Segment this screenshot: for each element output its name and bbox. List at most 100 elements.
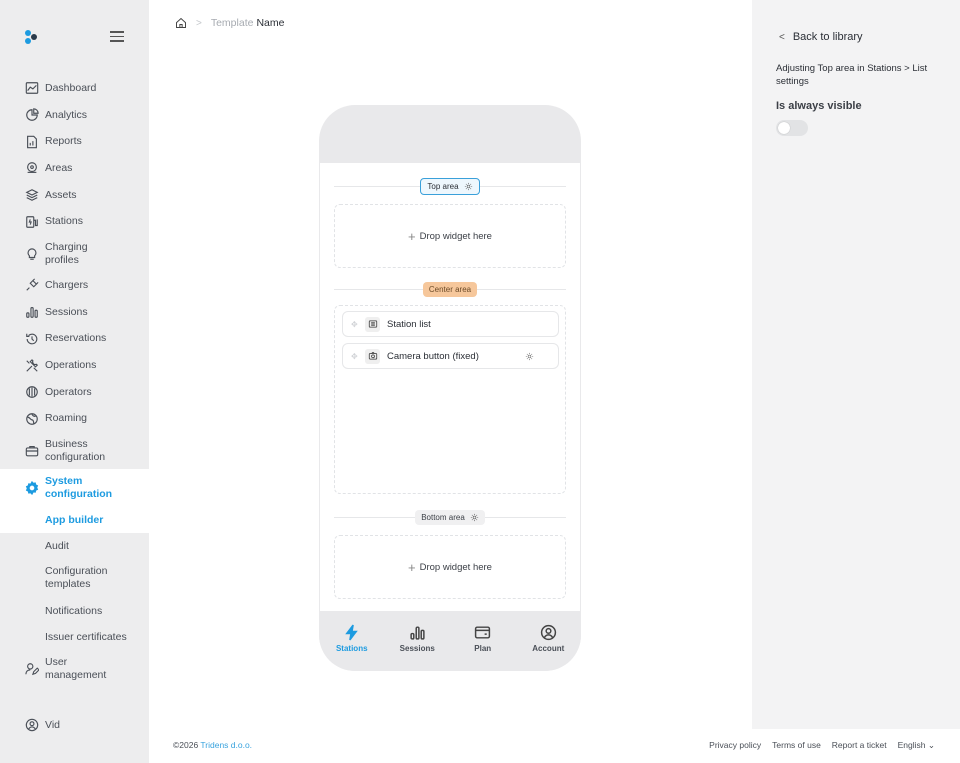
phone-preview: Top area + Drop widget here Center area … (319, 105, 581, 671)
sidebar-item-label: Areas (45, 161, 73, 174)
sidebar-subitem-issuer-certificates[interactable]: Issuer certificates (0, 624, 149, 651)
sidebar-item-assets[interactable]: Assets (0, 182, 149, 209)
drop-label: Drop widget here (419, 561, 492, 573)
sidebar-item-sessions[interactable]: Sessions (0, 299, 149, 326)
briefcase-icon (25, 444, 39, 458)
menu-toggle-icon[interactable] (110, 31, 124, 42)
tab-sessions[interactable]: Sessions (385, 611, 451, 671)
tab-stations[interactable]: Stations (319, 611, 385, 671)
sidebar-item-label: Roaming (45, 412, 88, 425)
map-pin-icon (25, 161, 39, 175)
tab-plan[interactable]: Plan (450, 611, 516, 671)
language-label: English (897, 740, 926, 750)
sidebar-item-label: Chargers (45, 278, 89, 291)
user-edit-icon (25, 662, 39, 676)
bar-chart-icon (25, 305, 39, 319)
sidebar-item-areas[interactable]: Areas (0, 155, 149, 182)
footer-links: Privacy policy Terms of use Report a tic… (709, 740, 935, 751)
gear-icon[interactable] (470, 513, 479, 522)
history-icon (25, 332, 39, 346)
gear-icon[interactable] (464, 182, 473, 191)
center-area-dropzone[interactable]: ✥ Station list ✥ Camera button (fixed) (334, 305, 566, 494)
privacy-policy-link[interactable]: Privacy policy (709, 740, 761, 751)
center-area-pill[interactable]: Center area (422, 281, 478, 297)
breadcrumb-current: Name (256, 17, 285, 29)
sidebar-subitem-app-builder[interactable]: App builder (0, 506, 149, 533)
sidebar-item-reports[interactable]: Reports (0, 128, 149, 155)
chevron-left-icon: < (779, 31, 785, 43)
center-area-label: Center area (428, 284, 472, 294)
tab-account[interactable]: Account (516, 611, 582, 671)
tools-icon (25, 358, 39, 373)
sidebar-subitem-label: Configuration templates (45, 565, 108, 591)
sidebar-item-label: User management (45, 655, 107, 681)
widget-label: Camera button (fixed) (387, 350, 479, 362)
sidebar-item-system-configuration[interactable]: System configuration (0, 469, 149, 506)
avatar-icon (25, 718, 39, 732)
drag-handle-icon[interactable]: ✥ (351, 352, 359, 361)
pie-chart-icon (25, 108, 39, 122)
sidebar-item-label: System configuration (45, 474, 113, 500)
adjusting-description: Adjusting Top area in Stations > List se… (776, 63, 928, 87)
company-link[interactable]: Tridens d.o.o. (200, 740, 252, 750)
sidebar-item-operators[interactable]: Operators (0, 379, 149, 406)
sidebar-item-operations[interactable]: Operations (0, 352, 149, 379)
user-profile[interactable]: Vid (25, 718, 60, 732)
sidebar-item-label: Reports (45, 135, 82, 148)
drag-handle-icon[interactable]: ✥ (351, 320, 359, 329)
sidebar-item-label: Analytics (45, 108, 88, 121)
sidebar-item-charging-profiles[interactable]: Charging profiles (0, 235, 149, 272)
tab-label: Plan (474, 644, 492, 653)
gear-icon (25, 480, 39, 495)
gear-icon[interactable] (525, 352, 534, 364)
sidebar: Dashboard Analytics Reports Areas Assets… (0, 0, 149, 763)
home-icon[interactable] (175, 17, 187, 29)
bottom-area-dropzone[interactable]: + Drop widget here (334, 535, 566, 599)
sidebar-item-stations[interactable]: Stations (0, 208, 149, 235)
settings-panel: < Back to library Adjusting Top area in … (752, 0, 960, 729)
sidebar-item-reservations[interactable]: Reservations (0, 326, 149, 353)
top-area-dropzone[interactable]: + Drop widget here (334, 204, 566, 268)
sidebar-item-user-management[interactable]: User management (0, 650, 149, 687)
back-to-library-link[interactable]: < Back to library (779, 31, 863, 43)
brand-logo[interactable] (25, 30, 41, 46)
terms-of-use-link[interactable]: Terms of use (772, 740, 821, 751)
always-visible-toggle[interactable] (776, 120, 808, 136)
footer-copyright: ©2026 Tridens d.o.o. (173, 740, 252, 750)
sidebar-item-roaming[interactable]: Roaming (0, 406, 149, 433)
sidebar-subitem-audit[interactable]: Audit (0, 533, 149, 560)
drop-label: Drop widget here (419, 230, 492, 242)
bar-chart-icon (410, 626, 425, 640)
sidebar-subitem-configuration-templates[interactable]: Configuration templates (0, 559, 149, 597)
sidebar-item-chargers[interactable]: Chargers (0, 272, 149, 299)
widget-camera-button[interactable]: ✥ Camera button (fixed) (342, 343, 559, 369)
tab-label: Sessions (399, 644, 435, 653)
report-icon (25, 135, 39, 149)
breadcrumb-template[interactable]: Template (211, 17, 254, 29)
back-label: Back to library (792, 31, 863, 43)
camera-icon (365, 348, 380, 364)
report-ticket-link[interactable]: Report a ticket (832, 740, 887, 751)
bottom-area-pill[interactable]: Bottom area (415, 509, 485, 525)
widget-label: Station list (387, 318, 431, 330)
always-visible-label: Is always visible (776, 100, 862, 112)
sidebar-item-label: Assets (45, 188, 77, 201)
top-area-pill[interactable]: Top area (420, 177, 480, 195)
sidebar-item-label: Business configuration (45, 437, 106, 463)
system-configuration-group: System configuration App builder (0, 469, 149, 533)
center-area-header: Center area (334, 280, 566, 298)
sidebar-item-business-configuration[interactable]: Business configuration (0, 432, 149, 469)
account-icon (540, 624, 556, 641)
plus-icon: + (408, 228, 416, 244)
language-select[interactable]: English ⌄ (898, 740, 935, 751)
sidebar-item-dashboard[interactable]: Dashboard (0, 75, 149, 102)
bolt-icon (345, 624, 359, 641)
sidebar-item-analytics[interactable]: Analytics (0, 102, 149, 129)
bottom-area-label: Bottom area (421, 512, 465, 522)
bottom-area-header: Bottom area (334, 508, 566, 526)
sidebar-subitem-notifications[interactable]: Notifications (0, 597, 149, 624)
widget-station-list[interactable]: ✥ Station list (342, 311, 559, 337)
chevron-down-icon: ⌄ (927, 740, 935, 750)
user-name: Vid (45, 719, 60, 731)
building-icon (25, 385, 39, 399)
